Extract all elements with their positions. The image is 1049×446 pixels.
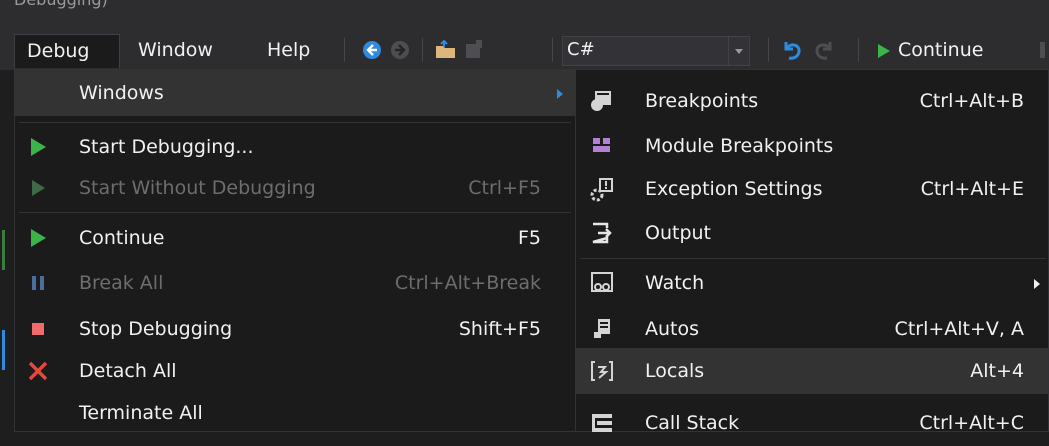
menu-item-shortcut: F5	[517, 227, 541, 249]
submenu-item-module-breakpoints[interactable]: Module Breakpoints	[576, 123, 1048, 169]
menu-item-shortcut: Ctrl+Alt+V, A	[894, 318, 1024, 340]
submenu-item-exception-settings[interactable]: Exception Settings Ctrl+Alt+E	[576, 166, 1048, 212]
toolbar-overflow	[1040, 42, 1045, 58]
menu-item-label: Detach All	[79, 360, 177, 382]
menu-item-label: Exception Settings	[645, 178, 823, 200]
stop-icon	[32, 323, 44, 335]
title-fragment: Debugging)	[14, 0, 108, 9]
menu-item-break-all: Break All Ctrl+Alt+Break	[15, 260, 575, 306]
title-strip: Debugging)	[0, 0, 1049, 30]
menu-item-label: Breakpoints	[645, 90, 759, 112]
language-combo[interactable]: C#	[562, 36, 750, 66]
module-breakpoints-icon	[593, 138, 610, 152]
menu-help[interactable]: Help	[267, 34, 310, 67]
menu-item-terminate-all[interactable]: Terminate All	[15, 390, 575, 436]
submenu-item-watch[interactable]: Watch	[576, 260, 1048, 306]
menu-item-shortcut: Ctrl+Alt+C	[919, 412, 1024, 434]
menu-item-label: Start Debugging...	[79, 136, 254, 158]
menu-item-label: Autos	[645, 318, 700, 340]
continue-toolbar-label: Continue	[898, 39, 984, 61]
menu-item-label: Windows	[79, 82, 164, 104]
navigate-forward-icon[interactable]	[388, 38, 412, 62]
play-icon	[878, 44, 890, 58]
submenu-item-locals[interactable]: Locals Alt+4	[576, 348, 1048, 394]
menu-item-label: Start Without Debugging	[79, 177, 316, 199]
menu-item-label: Stop Debugging	[79, 318, 233, 340]
menu-item-label: Output	[645, 222, 711, 244]
play-icon	[31, 138, 46, 156]
menu-item-stop-debugging[interactable]: Stop Debugging Shift+F5	[15, 306, 575, 352]
toolbar-separator	[858, 38, 859, 62]
menu-item-label: Continue	[79, 227, 165, 249]
change-marker	[2, 330, 5, 370]
locals-icon	[591, 361, 613, 381]
menu-separator	[580, 258, 1046, 259]
redo-icon[interactable]	[812, 38, 836, 62]
menu-window[interactable]: Window	[138, 34, 213, 67]
editor-margin	[0, 70, 14, 432]
change-marker	[2, 230, 5, 270]
toolbar-separator	[768, 38, 769, 62]
play-icon	[31, 229, 46, 247]
output-icon	[592, 222, 612, 244]
menu-item-shortcut: Ctrl+Alt+E	[920, 178, 1024, 200]
undo-icon[interactable]	[780, 38, 804, 62]
breakpoints-icon	[591, 91, 611, 111]
chevron-right-icon	[1034, 279, 1040, 289]
menu-item-shortcut: Ctrl+Alt+B	[919, 90, 1024, 112]
watch-icon	[591, 272, 613, 292]
menu-item-label: Locals	[645, 360, 705, 382]
menu-item-label: Module Breakpoints	[645, 135, 834, 157]
menu-item-label: Break All	[79, 272, 164, 294]
menu-item-label: Call Stack	[645, 412, 740, 434]
menu-item-start-without-debugging: Start Without Debugging Ctrl+F5	[15, 165, 575, 211]
chevron-down-icon[interactable]	[728, 37, 749, 65]
play-outline-icon	[32, 180, 45, 196]
submenu-item-autos[interactable]: Autos Ctrl+Alt+V, A	[576, 306, 1048, 352]
menu-item-windows[interactable]: Windows	[15, 70, 575, 116]
submenu-item-call-stack[interactable]: Call Stack Ctrl+Alt+C	[576, 400, 1048, 446]
call-stack-icon	[592, 414, 612, 432]
detach-x-icon	[28, 361, 48, 381]
menu-item-shortcut: Shift+F5	[458, 318, 541, 340]
toolbar-separator	[422, 38, 423, 62]
language-combo-value: C#	[567, 39, 595, 60]
toolbar-separator	[344, 38, 345, 62]
autos-icon	[594, 319, 610, 338]
toolbar-separator	[552, 38, 553, 62]
menu-bar: Debug Window Help C# Continue	[0, 30, 1049, 70]
menu-item-label: Terminate All	[79, 402, 203, 424]
debug-menu: Windows Start Debugging... Start Without…	[14, 69, 576, 432]
menu-debug-label: Debug	[27, 40, 90, 62]
menu-item-detach-all[interactable]: Detach All	[15, 348, 575, 394]
menu-item-shortcut: Alt+4	[970, 360, 1024, 382]
menu-item-shortcut: Ctrl+Alt+Break	[394, 272, 541, 294]
menu-debug[interactable]: Debug	[14, 34, 120, 68]
submenu-item-breakpoints[interactable]: Breakpoints Ctrl+Alt+B	[576, 78, 1048, 124]
menu-separator	[19, 212, 571, 213]
menu-item-label: Watch	[645, 272, 705, 294]
submenu-item-output[interactable]: Output	[576, 210, 1048, 256]
open-folder-icon[interactable]	[434, 38, 458, 62]
menu-item-start-debugging[interactable]: Start Debugging...	[15, 124, 575, 170]
chevron-right-icon	[557, 89, 563, 99]
menu-separator	[19, 122, 571, 123]
menu-item-continue[interactable]: Continue F5	[15, 215, 575, 261]
menu-item-shortcut: Ctrl+F5	[468, 177, 541, 199]
pause-icon	[32, 276, 44, 290]
navigate-back-icon[interactable]	[360, 38, 384, 62]
windows-submenu: Breakpoints Ctrl+Alt+B Module Breakpoint…	[575, 69, 1049, 434]
exception-settings-icon	[590, 178, 613, 202]
save-icon[interactable]	[462, 38, 486, 62]
